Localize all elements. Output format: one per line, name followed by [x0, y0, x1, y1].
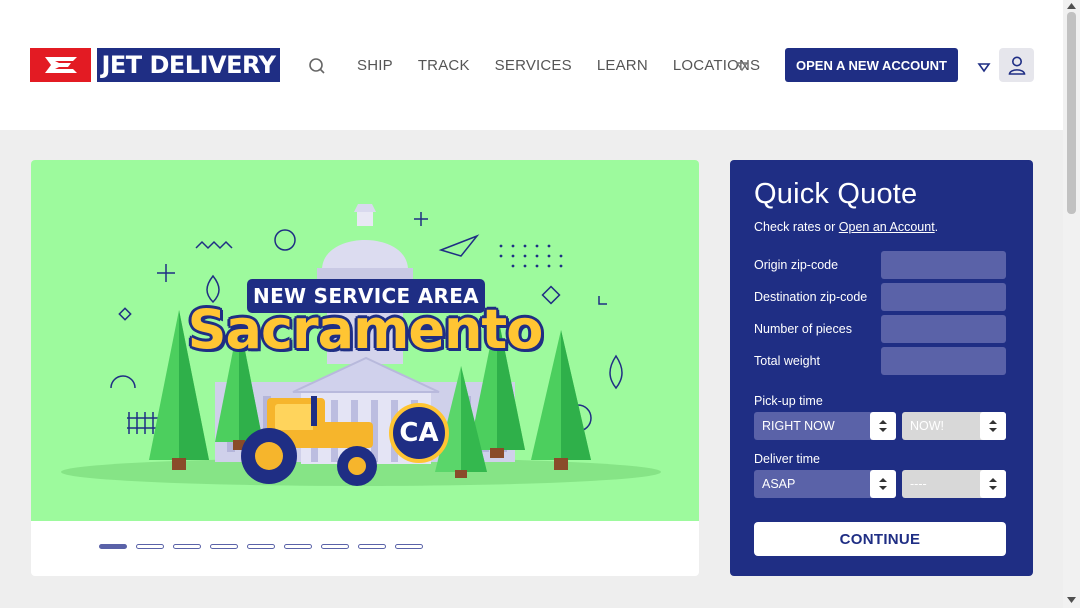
scroll-down-arrow-icon[interactable] [1067, 596, 1076, 604]
page-scrollbar[interactable] [1063, 0, 1080, 608]
nav-more-chevron-down-icon[interactable] [735, 59, 749, 72]
carousel-dot-7[interactable] [321, 544, 349, 549]
subtitle-prefix: Check rates or [754, 220, 839, 234]
carousel-dot-3[interactable] [173, 544, 201, 549]
pickup-time-value: RIGHT NOW [762, 419, 835, 433]
continue-button[interactable]: CONTINUE [754, 522, 1006, 556]
quick-quote-panel: Quick Quote Check rates or Open an Accou… [730, 160, 1033, 576]
user-icon[interactable] [999, 48, 1034, 82]
deliver-time-select[interactable]: ASAP [754, 470, 896, 498]
select-arrows-icon [870, 470, 896, 498]
jet-delivery-logo[interactable]: JET DELIVERY [30, 48, 280, 82]
pickup-time-label: Pick-up time [754, 394, 823, 408]
pickup-hour-value: NOW! [910, 419, 945, 433]
site-header: JET DELIVERY SHIP TRACK SERVICES LEARN L… [0, 0, 1063, 130]
sacramento-banner-image[interactable]: NEW SERVICE AREA Sacramento CA [31, 160, 699, 521]
nav-ship[interactable]: SHIP [357, 57, 393, 74]
origin-zip-input[interactable] [881, 251, 1006, 279]
select-arrows-icon [980, 470, 1006, 498]
scrollbar-thumb[interactable] [1067, 12, 1076, 214]
carousel-dot-5[interactable] [247, 544, 275, 549]
carousel-dot-2[interactable] [136, 544, 164, 549]
main-nav: SHIP TRACK SERVICES LEARN LOCATIONS [357, 54, 785, 76]
carousel-dot-4[interactable] [210, 544, 238, 549]
banner-title: Sacramento [187, 298, 544, 361]
weight-label: Total weight [754, 354, 821, 368]
weight-input[interactable] [881, 347, 1006, 375]
quick-quote-title: Quick Quote [754, 178, 918, 210]
deliver-time-label: Deliver time [754, 452, 820, 466]
pickup-time-select[interactable]: RIGHT NOW [754, 412, 896, 440]
nav-services[interactable]: SERVICES [495, 57, 572, 74]
carousel-dot-8[interactable] [358, 544, 386, 549]
open-account-link[interactable]: Open an Account [839, 220, 935, 234]
subtitle-suffix: . [934, 220, 939, 234]
account-dropdown-chevron-icon[interactable] [977, 60, 991, 73]
carousel-dot-1[interactable] [99, 544, 127, 549]
destination-zip-input[interactable] [881, 283, 1006, 311]
open-account-button[interactable]: OPEN A NEW ACCOUNT [785, 48, 958, 82]
logo-text: JET DELIVERY [97, 48, 280, 82]
deliver-hour-select[interactable]: ---- [902, 470, 1006, 498]
search-icon[interactable] [306, 55, 328, 77]
scroll-up-arrow-icon[interactable] [1067, 2, 1076, 10]
logo-mark-icon [30, 48, 91, 82]
select-arrows-icon [980, 412, 1006, 440]
origin-label: Origin zip-code [754, 258, 839, 272]
nav-track[interactable]: TRACK [418, 57, 470, 74]
carousel-dot-6[interactable] [284, 544, 312, 549]
select-arrows-icon [870, 412, 896, 440]
nav-learn[interactable]: LEARN [597, 57, 648, 74]
pickup-hour-select[interactable]: NOW! [902, 412, 1006, 440]
pieces-label: Number of pieces [754, 322, 852, 336]
destination-label: Destination zip-code [754, 290, 868, 304]
carousel-dots [99, 544, 432, 549]
deliver-time-value: ASAP [762, 477, 796, 491]
promo-carousel: NEW SERVICE AREA Sacramento CA [31, 160, 699, 576]
carousel-dot-9[interactable] [395, 544, 423, 549]
deliver-hour-value: ---- [910, 477, 927, 491]
quick-quote-subtitle: Check rates or Open an Account. [754, 220, 938, 234]
ca-badge: CA [389, 403, 449, 463]
pieces-input[interactable] [881, 315, 1006, 343]
